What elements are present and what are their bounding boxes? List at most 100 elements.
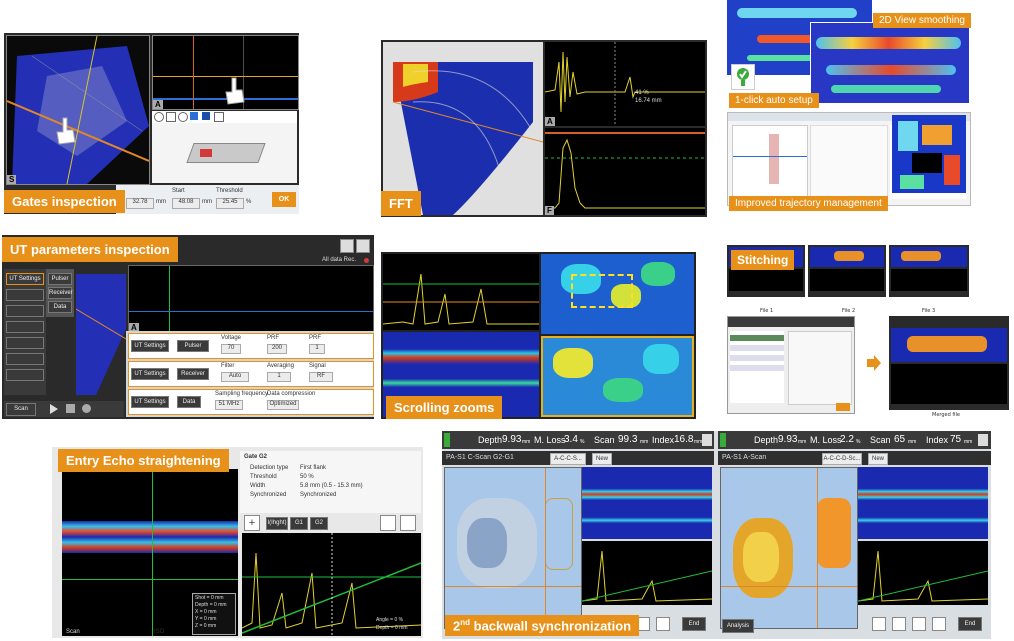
backwall-right-ascan xyxy=(857,541,989,605)
trash-icon[interactable] xyxy=(400,515,416,531)
detection-type-key: Detection type xyxy=(250,465,289,471)
scan-button[interactable]: Scan xyxy=(6,403,36,416)
width-key: Width xyxy=(250,483,266,489)
filter-select[interactable]: Auto xyxy=(221,372,249,382)
backwall-panel: Depth 9.93 mm M. Loss 3.4 % Scan 99.3 mm… xyxy=(442,431,991,639)
fft-s-scan[interactable] xyxy=(383,42,544,215)
fft-panel: 41 % 16.74 mm A F xyxy=(381,40,707,217)
tool-icon[interactable] xyxy=(702,434,712,446)
gate-info: Gate G2 Detection type First flank Thres… xyxy=(240,451,421,513)
sidebar-item[interactable] xyxy=(6,289,44,301)
pulser-button[interactable]: Pulser xyxy=(48,273,72,285)
caption-text: backwall synchronization xyxy=(473,618,632,634)
s-scan-fan xyxy=(6,35,150,185)
receiver-button[interactable]: Receiver xyxy=(177,368,209,380)
depth-value: 9.93 xyxy=(502,434,522,445)
threshold-label: Threshold xyxy=(216,188,243,194)
start-field[interactable]: 48.08 xyxy=(172,198,200,209)
sidebar-item[interactable] xyxy=(6,305,44,317)
ut-settings-button[interactable]: UT Settings xyxy=(131,340,169,352)
tool-icon[interactable] xyxy=(892,617,906,631)
fft-spectrum-curve xyxy=(545,132,705,209)
gate-icon[interactable] xyxy=(202,112,210,120)
prf-field[interactable]: 200 xyxy=(267,344,287,354)
stitch-file-2 xyxy=(808,245,886,297)
fft-spectrum[interactable]: F xyxy=(545,128,705,215)
prf-field[interactable]: 1 xyxy=(309,344,325,354)
new-button[interactable]: New xyxy=(868,453,888,465)
stitch-ok-button[interactable] xyxy=(836,403,850,411)
threshold-field[interactable]: 25.45 xyxy=(216,198,244,209)
tool-icon[interactable] xyxy=(932,617,946,631)
loss-label: M. Loss xyxy=(534,435,566,445)
analysis-button[interactable]: Analysis xyxy=(722,619,754,633)
record-indicator-icon xyxy=(364,258,369,263)
scan-value: 65 xyxy=(894,434,906,445)
zoom-c-scan xyxy=(541,254,694,334)
depth-unit: mm xyxy=(522,439,531,445)
ut-settings-tab[interactable]: UT Settings xyxy=(6,273,44,285)
smoothing-view-front xyxy=(810,22,970,104)
split-view-icon[interactable] xyxy=(380,515,396,531)
stitch-merged xyxy=(889,316,1009,410)
new-button[interactable]: New xyxy=(592,453,612,465)
ut-settings-button[interactable]: UT Settings xyxy=(131,368,169,380)
sidebar-item[interactable] xyxy=(6,369,44,381)
loss-value: 3.4 xyxy=(564,434,578,445)
pulser-button[interactable]: Pulser xyxy=(177,340,209,352)
g1-button[interactable]: G1 xyxy=(290,517,308,530)
data-compression-select[interactable]: Optimized xyxy=(267,400,299,410)
add-icon[interactable]: + xyxy=(244,515,260,531)
gate-field-1[interactable]: 32.78 xyxy=(126,198,154,209)
sidebar-item[interactable] xyxy=(6,321,44,333)
auto-setup-icon[interactable] xyxy=(731,64,755,90)
settings-icon[interactable] xyxy=(340,239,354,253)
view-title: PA-S1 A-Scan xyxy=(722,454,767,461)
tool-icon[interactable] xyxy=(872,617,886,631)
sidebar-item[interactable] xyxy=(6,337,44,349)
readout-z: Z = 0 mm xyxy=(195,623,217,629)
sampling-frequency-select[interactable]: 51 MHz xyxy=(215,400,243,410)
tool-icon[interactable] xyxy=(656,617,670,631)
tool-icon[interactable] xyxy=(912,617,926,631)
readout-y: Y = 0 mm xyxy=(195,616,217,622)
scan-unit: mm xyxy=(908,439,917,445)
tool-icon[interactable] xyxy=(356,239,370,253)
reset-icon[interactable] xyxy=(178,112,188,122)
f-view-label: F xyxy=(545,206,554,215)
a-scan-signal xyxy=(544,42,705,126)
zoom-icon[interactable] xyxy=(154,112,164,122)
loss-label: M. Loss xyxy=(810,435,842,445)
ihght-button[interactable]: I(Ihght) xyxy=(266,517,288,530)
fft-a-scan[interactable]: 41 % 16.74 mm A xyxy=(544,42,705,126)
stitching-caption: Stitching xyxy=(731,250,795,270)
data-button[interactable]: Data xyxy=(48,301,72,313)
ut-row-pulser: UT Settings Pulser Voltage 70 PRF 200 PR… xyxy=(128,333,374,359)
receiver-button[interactable]: Receiver xyxy=(48,287,73,299)
hand-cursor-icon xyxy=(56,117,76,145)
file-2-label: File 2 xyxy=(842,308,856,314)
ut-settings-button[interactable]: UT Settings xyxy=(131,396,169,408)
averaging-select[interactable]: 1 xyxy=(267,372,291,382)
voltage-field[interactable]: 70 xyxy=(221,344,241,354)
measure-icon[interactable] xyxy=(214,112,224,122)
g2-button[interactable]: G2 xyxy=(310,517,328,530)
play-icon[interactable] xyxy=(50,404,58,414)
sidebar-item[interactable] xyxy=(6,353,44,365)
cursor-icon[interactable] xyxy=(190,112,198,120)
layout-button[interactable]: A-C-C-S... xyxy=(550,453,586,465)
s-scan-view[interactable]: S xyxy=(6,35,150,185)
tool-icon[interactable] xyxy=(978,434,988,446)
fft-readout-1: 41 % xyxy=(635,90,649,96)
layout-button[interactable]: A-C-C-D-Sc... xyxy=(822,453,862,465)
pan-icon[interactable] xyxy=(166,112,176,122)
ok-button[interactable]: OK xyxy=(272,192,296,207)
end-button[interactable]: End xyxy=(682,617,706,631)
backwall-left-readbar: Depth 9.93 mm M. Loss 3.4 % Scan 99.3 mm… xyxy=(442,431,714,449)
end-button[interactable]: End xyxy=(958,617,982,631)
depth-value: 9.93 xyxy=(778,434,798,445)
signal-select[interactable]: RF xyxy=(309,372,333,382)
edit-icon[interactable] xyxy=(66,404,75,413)
data-button[interactable]: Data xyxy=(177,396,201,408)
camera-icon[interactable] xyxy=(82,404,91,413)
